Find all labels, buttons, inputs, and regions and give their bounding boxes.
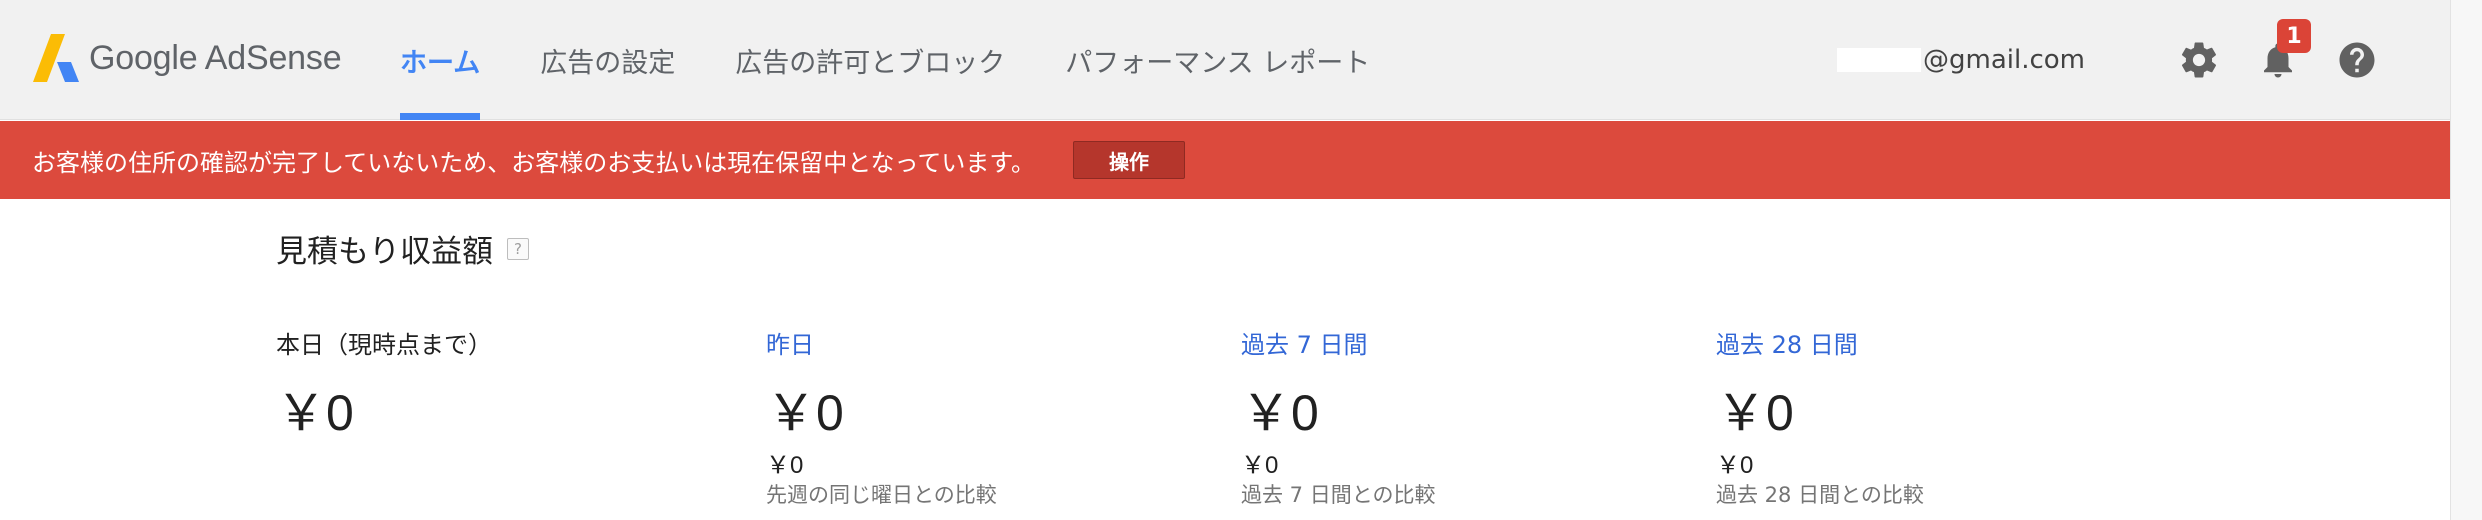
notification-count-badge: 1 bbox=[2277, 19, 2311, 53]
nav-tab-ad-settings[interactable]: 広告の設定 bbox=[540, 0, 675, 120]
metric-last-7-days-compare-value: ￥0 bbox=[1241, 452, 1279, 479]
adsense-wordmark: Google AdSense bbox=[89, 38, 342, 77]
metric-last-7-days-compare-note: 過去 7 日間との比較 bbox=[1241, 483, 1436, 507]
adsense-logo[interactable]: Google AdSense bbox=[27, 30, 342, 86]
main-nav: ホーム 広告の設定 広告の許可とブロック パフォーマンス レポート bbox=[400, 0, 1430, 120]
alert-message: お客様の住所の確認が完了していないため、お客様のお支払いは現在保留中となっていま… bbox=[32, 148, 1035, 177]
help-button[interactable] bbox=[2334, 37, 2380, 83]
metric-last-7-days-value: ￥0 bbox=[1241, 385, 1319, 441]
email-domain: @gmail.com bbox=[1922, 45, 2085, 75]
metric-today-value: ￥0 bbox=[276, 385, 354, 441]
metric-last-28-days-compare-note: 過去 28 日間との比較 bbox=[1716, 483, 1924, 507]
earnings-help-icon[interactable]: ? bbox=[507, 237, 529, 260]
metric-today-label: 本日（現時点まで） bbox=[276, 331, 492, 359]
estimated-earnings-title: 見積もり収益額 ? bbox=[276, 226, 529, 271]
metric-last-28-days-compare-value: ￥0 bbox=[1716, 452, 1754, 479]
metric-yesterday-compare-note: 先週の同じ曜日との比較 bbox=[766, 483, 997, 507]
metric-yesterday-value: ￥0 bbox=[766, 385, 844, 441]
alert-action-button[interactable]: 操作 bbox=[1072, 141, 1185, 179]
estimated-earnings-heading: 見積もり収益額 bbox=[276, 234, 493, 270]
metric-last-28-days: 過去 28 日間 ￥0 ￥0 過去 28 日間との比較 bbox=[1716, 325, 2116, 509]
gear-icon bbox=[2181, 42, 2217, 78]
payment-hold-alert: お客様の住所の確認が完了していないため、お客様のお支払いは現在保留中となっていま… bbox=[0, 121, 2450, 199]
account-email[interactable]: @gmail.com bbox=[1836, 45, 2085, 75]
redacted-email-username bbox=[1836, 48, 1921, 72]
metric-last-28-days-link[interactable]: 過去 28 日間 bbox=[1716, 325, 2116, 359]
metric-last-7-days-link[interactable]: 過去 7 日間 bbox=[1241, 325, 1641, 359]
header-tools: @gmail.com 1 bbox=[1836, 0, 2380, 120]
metric-yesterday: 昨日 ￥0 ￥0 先週の同じ曜日との比較 bbox=[766, 325, 1166, 509]
vertical-scrollbar[interactable] bbox=[2450, 0, 2482, 520]
metric-yesterday-compare-value: ￥0 bbox=[766, 452, 804, 479]
metric-last-7-days: 過去 7 日間 ￥0 ￥0 過去 7 日間との比較 bbox=[1241, 325, 1641, 509]
top-app-bar: Google AdSense ホーム 広告の設定 広告の許可とブロック パフォー… bbox=[0, 0, 2450, 120]
help-circle-icon bbox=[2339, 42, 2375, 78]
notifications-button[interactable]: 1 bbox=[2255, 19, 2311, 83]
nav-tab-allow-block[interactable]: 広告の許可とブロック bbox=[735, 0, 1005, 120]
adsense-logo-icon bbox=[33, 34, 79, 82]
nav-tab-performance-reports[interactable]: パフォーマンス レポート bbox=[1065, 0, 1370, 120]
metric-last-28-days-value: ￥0 bbox=[1716, 385, 1794, 441]
settings-button[interactable] bbox=[2176, 37, 2222, 83]
metric-today: 本日（現時点まで） ￥0 bbox=[276, 325, 676, 441]
metric-yesterday-link[interactable]: 昨日 bbox=[766, 325, 1166, 359]
nav-tab-home[interactable]: ホーム bbox=[400, 0, 481, 120]
